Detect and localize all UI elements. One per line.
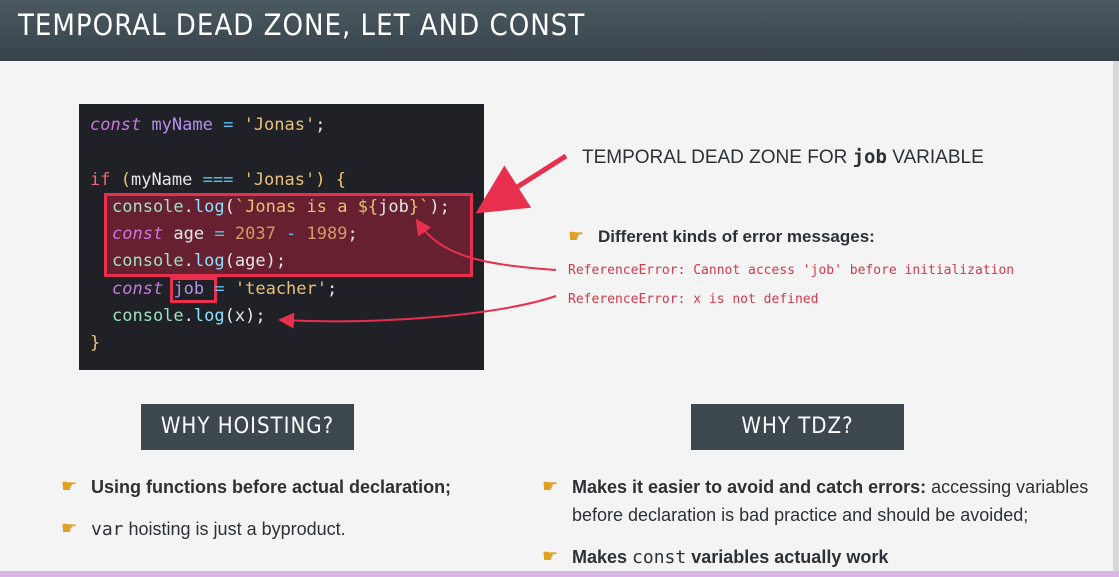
tdz-arrow [475,153,568,214]
tdz-bullet-1-line2: before declaration is bad practice and s… [572,505,1029,525]
pointing-hand-icon: ☛ [542,546,559,566]
pointing-hand-icon: ☛ [61,518,78,538]
tdz-bullet-2: Makes const variables actually work [572,547,889,568]
errors-heading: Different kinds of error messages: [598,227,875,246]
hoisting-bullet-1: Using functions before actual declaratio… [91,477,452,497]
pointing-hand-icon: ☛ [61,476,78,496]
tdz-bullet-1: Makes it easier to avoid and catch error… [572,477,1089,497]
error-message-2: ReferenceError: x is not defined [568,292,819,307]
pointing-hand-icon: ☛ [568,226,585,246]
pointing-hand-icon: ☛ [542,476,559,496]
error1-arrow [415,218,557,271]
why-hoisting-badge: WHY HOISTING? [141,404,354,450]
why-tdz-badge: WHY TDZ? [691,404,904,450]
bottom-bar [0,571,1119,577]
error2-arrow [278,295,557,329]
hoisting-bullet-2: var hoisting is just a byproduct. [91,519,346,540]
tdz-label: TEMPORAL DEAD ZONE FOR job VARIABLE [582,146,984,168]
error-message-1: ReferenceError: Cannot access 'job' befo… [568,263,1015,278]
